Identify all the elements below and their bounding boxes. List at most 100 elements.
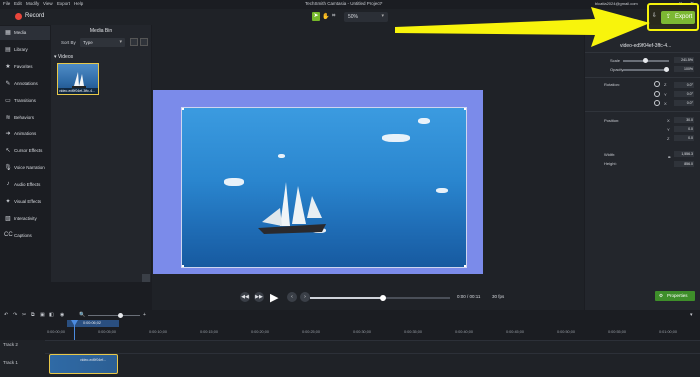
sidebar-item-label: Favorites (14, 63, 33, 69)
opacity-value[interactable]: 100% (674, 66, 694, 72)
sidebar-item-annotations[interactable]: ✎ Annotations (0, 77, 50, 91)
sidebar-item-voice-narration[interactable]: 🎙 Voice Narration (0, 161, 50, 175)
scale-value[interactable]: 241.5% (674, 57, 694, 63)
scrubber-knob[interactable] (379, 295, 386, 301)
sidebar-item-label: Visual Effects (14, 199, 42, 204)
rotation-z-value[interactable]: 0.0° (674, 82, 694, 88)
menu-file[interactable]: File (3, 1, 10, 6)
step-back-icon[interactable]: ◀◀ (240, 292, 250, 302)
resize-handle[interactable] (464, 265, 466, 267)
resize-handle[interactable] (182, 265, 184, 267)
menu-view[interactable]: View (43, 1, 53, 6)
rotate-x-icon (654, 100, 660, 106)
position-z-value[interactable]: 0.0 (674, 135, 694, 141)
left-nav: ▦ Media ▤ Library ★ Favorites ✎ Annotations ▭ Tra… (0, 25, 50, 282)
track-1-clip[interactable]: video-ed9f04ef... (49, 354, 118, 374)
canvas-stage[interactable] (153, 90, 483, 274)
annotation-icon: ✎ (5, 80, 11, 87)
sailboat-image (258, 182, 326, 234)
snapshot-icon[interactable]: ◉ (60, 312, 64, 318)
sidebar-item-audio-effects[interactable]: ♪ Audio Effects (0, 178, 50, 192)
properties-button[interactable]: ⚙ Properties (655, 291, 695, 301)
height-value[interactable]: 856.0 (674, 161, 694, 167)
sidebar-item-animations[interactable]: ➜ Animations (0, 127, 50, 141)
sidebar-item-label: Interactivity (14, 215, 37, 221)
redo-icon[interactable]: ↷ (13, 312, 17, 318)
export-button[interactable]: ⇪ Export (661, 11, 695, 24)
divider (585, 111, 700, 112)
timeline-ruler[interactable]: 0:00:06;02 0:00:00;00 0:00:05;00 0:00:10;0… (45, 320, 700, 377)
export-button-label: Export (675, 14, 693, 20)
timeline-zoom-slider[interactable] (88, 315, 140, 316)
share-icon[interactable]: ⇩ (652, 12, 657, 19)
sidebar-item-cursor-effects[interactable]: ↖ Cursor Effects (0, 144, 50, 158)
video-preview[interactable] (181, 107, 467, 268)
ruler-tick-label: 0:00:10;00 (149, 330, 167, 334)
next-icon[interactable]: › (300, 292, 310, 302)
sidebar-item-favorites[interactable]: ★ Favorites (0, 60, 50, 74)
media-clip-name: video-ed9f04ef-3ffc-4... (58, 88, 98, 94)
resize-handle[interactable] (182, 108, 184, 110)
yellow-arrow-annotation (395, 7, 650, 47)
bin-view-toggle-icon[interactable] (142, 274, 150, 282)
zoom-in-icon[interactable]: + (143, 312, 146, 318)
export-icon: ⇪ (666, 14, 672, 20)
grid-view-icon[interactable] (130, 38, 138, 46)
sidebar-item-label: Media (14, 30, 27, 35)
crop-tool-icon[interactable]: ⌗ (332, 13, 335, 20)
position-x-value[interactable]: 30.0 (674, 117, 694, 123)
step-forward-icon[interactable]: ▶▶ (254, 292, 264, 302)
track-2-label[interactable]: Track 2 (3, 342, 18, 347)
sidebar-item-behaviors[interactable]: ≋ Behaviors (0, 111, 50, 125)
scale-knob[interactable] (643, 58, 648, 63)
zoom-dropdown[interactable]: 50% ▾ (344, 12, 388, 22)
sidebar-item-interactivity[interactable]: ▧ Interactivity (0, 212, 50, 226)
pan-tool-icon[interactable]: ✋ (322, 13, 329, 20)
sidebar-item-transitions[interactable]: ▭ Transitions (0, 94, 50, 108)
opacity-knob[interactable] (664, 67, 669, 72)
rotation-x-value[interactable]: 0.0° (674, 100, 694, 106)
y-axis-label: Y (667, 127, 670, 132)
list-view-icon[interactable] (140, 38, 148, 46)
split-icon[interactable]: ◧ (49, 312, 54, 318)
sidebar-item-library[interactable]: ▤ Library (0, 43, 50, 57)
sort-dropdown[interactable]: Type ▾ (80, 38, 125, 47)
play-icon[interactable]: ▶ (270, 291, 278, 304)
microphone-icon: 🎙 (4, 165, 12, 172)
timeline-zoom-knob[interactable] (118, 313, 123, 318)
cut-icon[interactable]: ✂ (22, 312, 26, 318)
timeline-settings-icon[interactable]: ▾ (690, 312, 693, 318)
copy-icon[interactable]: ⧉ (31, 312, 35, 318)
scrubber-track[interactable] (310, 295, 450, 301)
fps-label: 30 fps (492, 294, 505, 299)
previous-icon[interactable]: ‹ (287, 292, 297, 302)
resize-handle[interactable] (464, 108, 466, 110)
z-axis-label: Z (667, 136, 670, 141)
properties-button-label: Properties (667, 293, 688, 298)
select-tool-icon[interactable]: ➤ (312, 12, 320, 21)
width-value[interactable]: 1,556.3 (674, 151, 694, 157)
opacity-slider[interactable] (623, 69, 669, 71)
zoom-icon[interactable]: 🔍 (79, 312, 85, 318)
menu-export[interactable]: Export (57, 1, 70, 6)
paste-icon[interactable]: ▣ (40, 312, 45, 318)
sidebar-item-media[interactable]: ▦ Media (0, 26, 50, 40)
sidebar-item-captions[interactable]: CC Captions (0, 229, 50, 243)
record-button[interactable]: Record (25, 13, 44, 19)
menu-edit[interactable]: Edit (14, 1, 22, 6)
iceberg (436, 188, 448, 193)
media-clip-thumbnail[interactable]: video-ed9f04ef-3ffc-4... (57, 63, 99, 95)
videos-group-header[interactable]: ▾ Videos (54, 54, 73, 60)
sidebar-item-visual-effects[interactable]: ✦ Visual Effects (0, 195, 50, 209)
media-icon: ▦ (5, 30, 11, 36)
sidebar-item-label: Cursor Effects (14, 148, 43, 154)
menu-modify[interactable]: Modify (26, 1, 39, 6)
rotation-y-value[interactable]: 0.0° (674, 91, 694, 97)
link-icon[interactable]: ⚭ (667, 155, 671, 161)
ruler-tick-label: 0:00:35;00 (404, 330, 422, 334)
record-icon[interactable] (15, 13, 22, 20)
track-1-label[interactable]: Track 1 (3, 360, 18, 365)
undo-icon[interactable]: ↶ (4, 312, 8, 318)
position-y-value[interactable]: 0.0 (674, 126, 694, 132)
menu-help[interactable]: Help (74, 1, 83, 6)
